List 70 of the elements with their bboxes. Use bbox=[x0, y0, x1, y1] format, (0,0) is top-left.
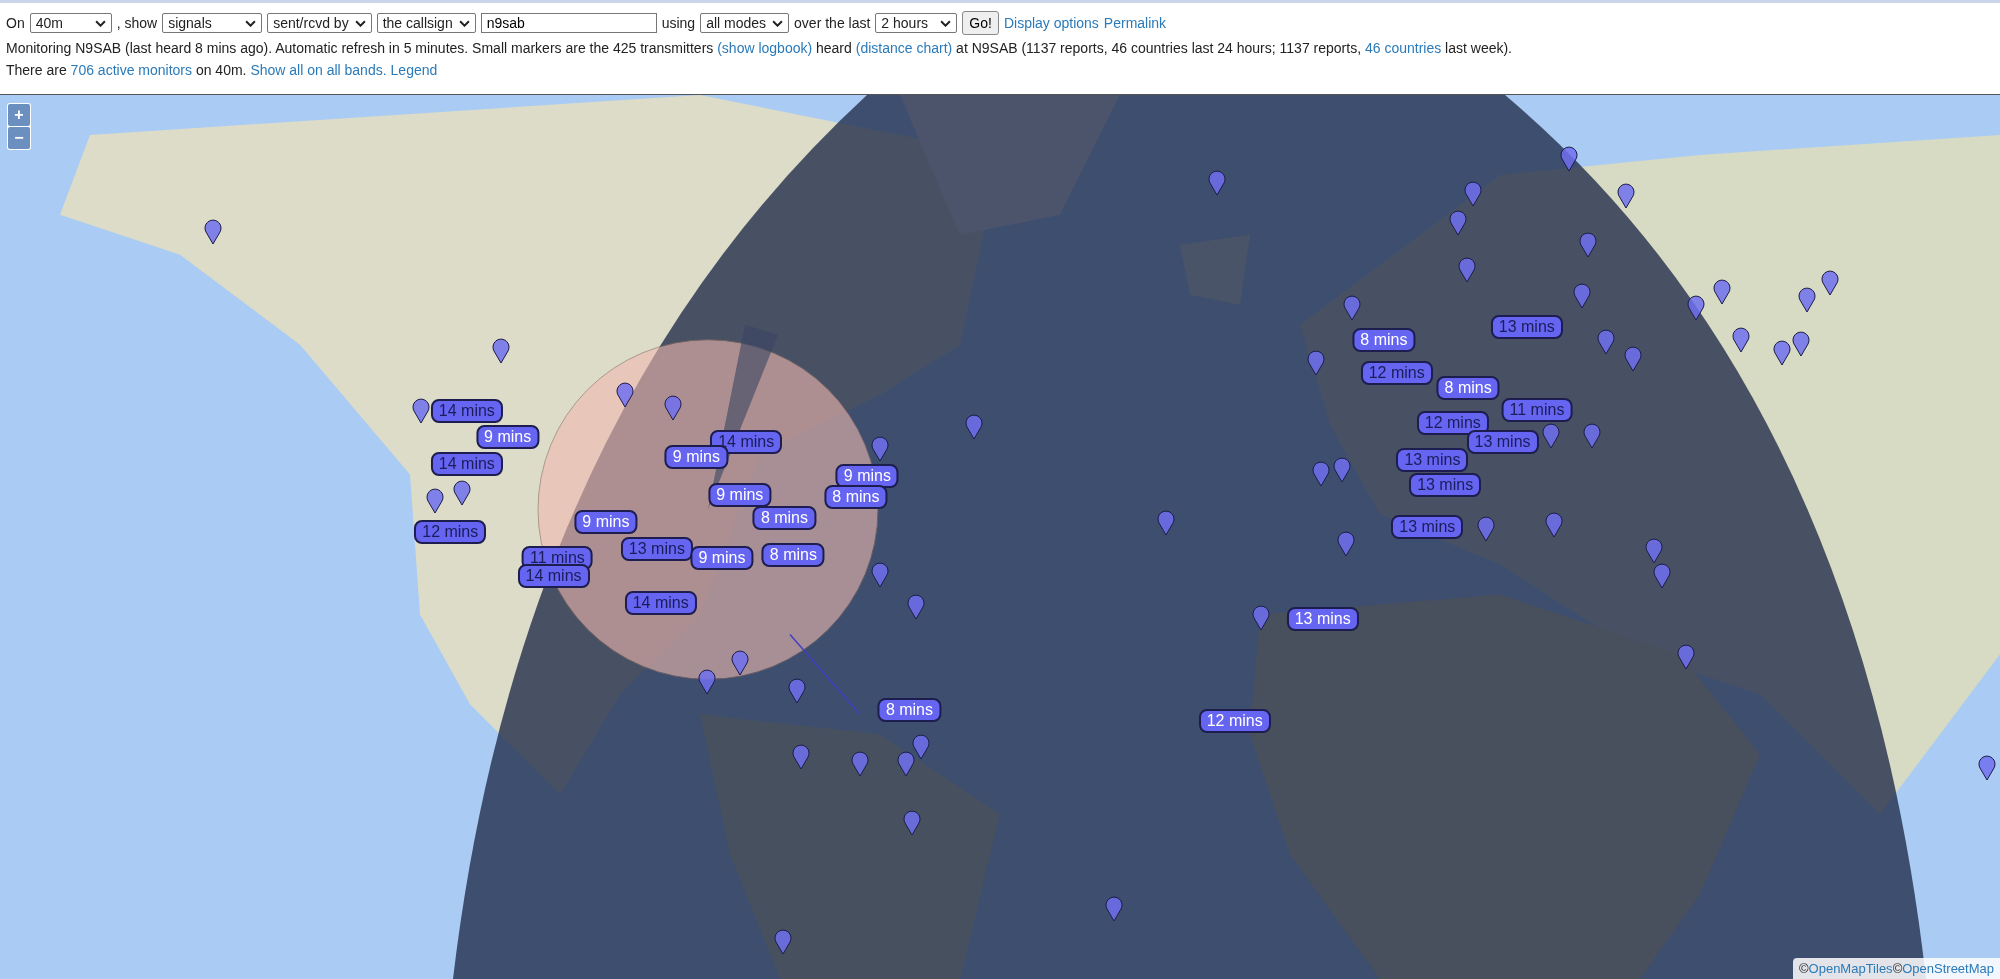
time-callout[interactable]: 9 mins bbox=[574, 510, 638, 535]
status-link[interactable]: 46 countries bbox=[1364, 40, 1442, 56]
map-pin-icon[interactable] bbox=[1558, 144, 1579, 173]
dropdown[interactable]: signals bbox=[162, 13, 263, 33]
caret-icon bbox=[354, 19, 366, 27]
status-link[interactable]: Legend bbox=[390, 62, 438, 78]
toolbar-link[interactable]: Permalink bbox=[1103, 15, 1167, 31]
time-callout[interactable]: 8 mins bbox=[1436, 376, 1500, 401]
status-text: Monitoring N9SAB (last heard 8 mins ago). Automatic refresh in 5 minutes. Small markers are the 425 transmitters (show logbook) heard (distance chart) at N9SAB (1137 reports, 46 countries last 24 hours; 1137 reports, 46 countries last week). bbox=[6, 39, 1513, 57]
time-callout[interactable]: 14 mins bbox=[430, 451, 503, 476]
status-link[interactable]: (show logbook) bbox=[717, 40, 813, 56]
zoom-button[interactable]: − bbox=[8, 127, 30, 149]
caret-icon bbox=[458, 19, 470, 27]
callsign-field[interactable]: n9sab bbox=[480, 13, 657, 33]
map-pin-icon[interactable] bbox=[1771, 338, 1792, 367]
time-callout[interactable]: 14 mins bbox=[624, 590, 697, 615]
time-callout[interactable]: 12 mins bbox=[1198, 709, 1271, 734]
map-pin-icon[interactable] bbox=[1686, 293, 1707, 322]
caret-icon bbox=[94, 19, 106, 27]
status-link[interactable]: 706 active monitors bbox=[70, 62, 192, 78]
time-callout[interactable]: 9 mins bbox=[476, 424, 540, 449]
time-callout[interactable]: 8 mins bbox=[824, 484, 888, 509]
dropdown[interactable]: 40m bbox=[29, 13, 112, 33]
time-callout[interactable]: 11 mins bbox=[1501, 398, 1573, 423]
map-pin-icon[interactable] bbox=[1731, 325, 1752, 354]
time-callout[interactable]: 8 mins bbox=[877, 697, 941, 722]
map-pin-icon[interactable] bbox=[424, 486, 445, 515]
toolbar-label: using bbox=[661, 15, 696, 31]
time-callout[interactable]: 8 mins bbox=[1352, 327, 1416, 352]
toolbar-label: On bbox=[6, 15, 25, 31]
time-callout[interactable]: 8 mins bbox=[761, 543, 825, 568]
time-callout[interactable]: 13 mins bbox=[1391, 515, 1464, 540]
toolbar-link[interactable]: Display options bbox=[1003, 15, 1099, 31]
status-text: There are 706 active monitors on 40m. Show all on all bands. Legend bbox=[6, 61, 439, 79]
time-callout[interactable]: 13 mins bbox=[620, 537, 693, 562]
toolbar-label: over the last bbox=[794, 15, 871, 31]
caret-icon bbox=[245, 19, 257, 27]
time-callout[interactable]: 12 mins bbox=[1360, 361, 1433, 386]
time-callout[interactable]: 9 mins bbox=[690, 546, 754, 570]
zoom-button[interactable]: + bbox=[8, 104, 30, 126]
attribution-link[interactable]: OpenMapTiles bbox=[1808, 961, 1893, 976]
map-pin-icon[interactable] bbox=[729, 648, 750, 677]
time-callout[interactable]: 13 mins bbox=[1466, 429, 1539, 454]
dropdown[interactable]: all modes bbox=[700, 13, 790, 33]
time-callout[interactable]: 14 mins bbox=[517, 563, 590, 588]
map-pin-icon[interactable] bbox=[615, 380, 635, 409]
caret-icon bbox=[772, 19, 784, 27]
status-link[interactable]: (distance chart) bbox=[855, 40, 953, 56]
time-callout[interactable]: 9 mins bbox=[835, 464, 899, 489]
map-pin-icon[interactable] bbox=[696, 667, 717, 696]
go-button[interactable]: Go! bbox=[962, 11, 999, 35]
time-callout[interactable]: 13 mins bbox=[1409, 473, 1482, 498]
time-callout[interactable]: 12 mins bbox=[414, 520, 487, 545]
time-callout[interactable]: 9 mins bbox=[708, 483, 772, 508]
toolbar-label: , show bbox=[116, 15, 158, 31]
map-pin-icon[interactable] bbox=[1616, 181, 1637, 210]
time-callout[interactable]: 13 mins bbox=[1286, 607, 1359, 632]
attribution-text: ©OpenMapTiles©OpenStreetMap bbox=[1792, 958, 2000, 979]
status-link[interactable]: Show all on all bands. bbox=[250, 62, 387, 78]
map-pin-icon[interactable] bbox=[1791, 329, 1811, 358]
time-callout[interactable]: 14 mins bbox=[430, 399, 503, 424]
dropdown[interactable]: the callsign bbox=[376, 13, 476, 33]
caret-icon bbox=[940, 19, 952, 27]
dropdown[interactable]: sent/rcvd by bbox=[267, 13, 372, 33]
time-callout[interactable]: 13 mins bbox=[1490, 315, 1563, 340]
attribution-link[interactable]: OpenStreetMap bbox=[1902, 961, 1994, 976]
time-callout[interactable]: 8 mins bbox=[752, 506, 816, 531]
time-callout[interactable]: 13 mins bbox=[1396, 447, 1469, 472]
dropdown[interactable]: 2 hours bbox=[875, 13, 958, 33]
map-pin-icon[interactable] bbox=[451, 478, 472, 507]
